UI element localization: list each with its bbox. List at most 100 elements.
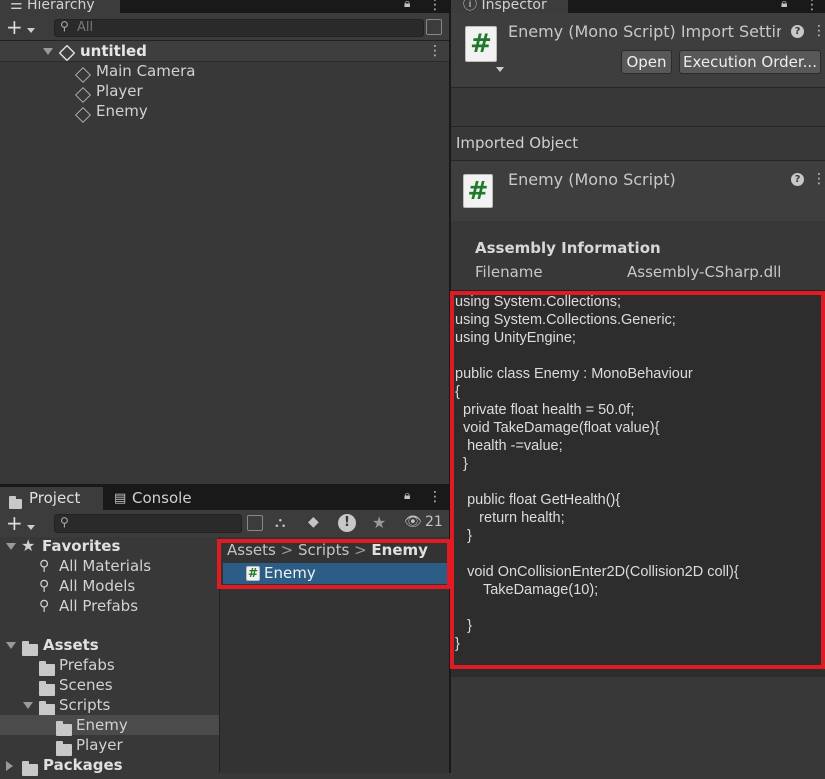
project-panel: Project ▤ Console 🔒︎ ⋮ + ⚲ ⛬ ◆ ! ★ 👁︎ 21…	[0, 484, 450, 776]
folder-player[interactable]: Player	[0, 735, 219, 756]
expand-arrow-icon[interactable]	[6, 536, 16, 556]
hierarchy-search-field[interactable]: ⚲ All	[54, 19, 424, 37]
lock-icon[interactable]: 🔒︎	[404, 488, 410, 503]
code-line: private float health = 50.0f;	[455, 402, 635, 418]
console-icon: ▤	[114, 491, 127, 506]
search-placeholder: All	[77, 20, 94, 35]
filename-value: Assembly-CSharp.dll	[627, 263, 782, 281]
unity-scene-icon	[58, 44, 76, 62]
import-settings-title: Enemy (Mono Script) Import Settin	[508, 22, 781, 41]
info-icon: ⓘ	[463, 0, 482, 13]
code-line: using System.Collections;	[455, 294, 622, 310]
header-more-icon[interactable]: ⋮	[812, 24, 825, 38]
chevron-down-icon[interactable]	[27, 22, 35, 38]
code-line: void TakeDamage(float value){	[455, 420, 660, 436]
assets-row[interactable]: Assets	[0, 635, 219, 656]
add-button[interactable]: +	[6, 15, 23, 39]
imported-object-label: Imported Object	[456, 134, 579, 152]
packages-row[interactable]: Packages	[0, 755, 219, 776]
search-icon: ⚲	[39, 558, 50, 574]
breadcrumb-separator-icon: >	[354, 541, 372, 559]
add-button[interactable]: +	[6, 511, 23, 535]
expand-arrow-icon[interactable]	[6, 755, 13, 775]
tab-project[interactable]: Project	[0, 487, 103, 510]
code-line: }	[455, 456, 468, 472]
hierarchy-item-enemy[interactable]: Enemy	[0, 101, 449, 124]
scene-more-icon[interactable]: ⋮	[428, 44, 442, 58]
code-line: using System.Collections.Generic;	[455, 312, 676, 328]
more-menu-icon[interactable]: ⋮	[805, 0, 819, 12]
hidden-packages-icon[interactable]: 👁︎	[404, 514, 422, 530]
code-line: public float GetHealth(){	[455, 492, 621, 508]
search-options-icon[interactable]	[426, 19, 442, 35]
search-options-icon[interactable]	[247, 515, 263, 531]
code-line: {	[455, 384, 460, 400]
csharp-script-icon: #	[246, 566, 260, 581]
csharp-script-icon: #	[463, 174, 493, 208]
lock-icon[interactable]: 🔒︎	[781, 0, 787, 11]
hidden-count: 21	[425, 514, 443, 530]
chevron-down-icon[interactable]	[27, 519, 35, 535]
expand-arrow-icon[interactable]	[43, 41, 53, 61]
scene-name: untitled	[80, 42, 147, 60]
project-search-field[interactable]: ⚲	[54, 514, 242, 533]
code-line: }	[455, 618, 472, 634]
folder-prefabs[interactable]: Prefabs	[0, 655, 219, 676]
import-settings-header: # Enemy (Mono Script) Import Settin ? ⋮ …	[451, 13, 825, 88]
hierarchy-item-main-camera[interactable]: Main Camera	[0, 61, 449, 83]
folder-scenes[interactable]: Scenes	[0, 675, 219, 696]
open-button[interactable]: Open	[621, 50, 672, 74]
code-line: void OnCollisionEnter2D(Collision2D coll…	[455, 564, 739, 580]
hierarchy-item-player[interactable]: Player	[0, 81, 449, 103]
code-line: public class Enemy : MonoBehaviour	[455, 366, 693, 382]
filter-by-type-icon[interactable]: ⛬	[275, 513, 286, 531]
expand-arrow-icon[interactable]	[6, 635, 16, 655]
imported-object-title: Enemy (Mono Script)	[508, 170, 676, 189]
breadcrumb-enemy[interactable]: Enemy	[371, 541, 428, 559]
help-icon[interactable]: ?	[791, 173, 804, 186]
filter-by-label-icon[interactable]: ◆	[308, 514, 319, 530]
folder-enemy[interactable]: Enemy	[0, 715, 219, 736]
log-warning-icon[interactable]: !	[338, 514, 356, 532]
help-icon[interactable]: ?	[791, 25, 804, 38]
execution-order-button[interactable]: Execution Order...	[679, 50, 821, 74]
search-icon: ⚲	[60, 19, 69, 33]
favorite-item-all-prefabs[interactable]: ⚲ All Prefabs	[0, 596, 219, 616]
code-line: using UnityEngine;	[455, 330, 576, 346]
code-line: TakeDamage(10);	[455, 582, 599, 598]
tab-console[interactable]: ▤ Console	[104, 487, 204, 510]
favorite-item-all-models[interactable]: ⚲ All Models	[0, 576, 219, 596]
scene-row[interactable]: untitled ⋮	[0, 41, 449, 62]
dropdown-arrow-icon[interactable]	[496, 61, 504, 77]
project-folder-tree: ★ Favorites ⚲ All Materials ⚲ All Models…	[0, 536, 219, 776]
csharp-script-icon: #	[465, 26, 497, 62]
header-more-icon[interactable]: ⋮	[812, 172, 825, 186]
search-icon: ⚲	[60, 515, 69, 529]
expand-arrow-icon[interactable]	[23, 695, 33, 715]
code-text: using System.Collections; using System.Co…	[455, 293, 739, 653]
hierarchy-toolbar: + ⚲ All	[0, 13, 449, 41]
lock-icon[interactable]: 🔒︎	[404, 0, 410, 11]
tab-hierarchy[interactable]: ☰ Hierarchy	[0, 0, 120, 13]
search-icon: ⚲	[39, 578, 50, 594]
file-row-enemy-script[interactable]: # Enemy	[223, 563, 447, 584]
more-menu-icon[interactable]: ⋮	[428, 490, 442, 504]
breadcrumb-assets[interactable]: Assets	[227, 541, 276, 559]
more-menu-icon[interactable]: ⋮	[428, 0, 442, 12]
breadcrumb-scripts[interactable]: Scripts	[298, 541, 349, 559]
folder-scripts[interactable]: Scripts	[0, 695, 219, 716]
favorite-star-icon[interactable]: ★	[372, 513, 386, 532]
inspector-panel: ⓘ Inspector 🔒︎ ⋮ # Enemy (Mono Script) I…	[451, 0, 825, 773]
tab-inspector[interactable]: ⓘ Inspector	[451, 0, 568, 13]
favorite-item-all-materials[interactable]: ⚲ All Materials	[0, 556, 219, 576]
favorites-row[interactable]: ★ Favorites	[0, 536, 219, 556]
inspector-footer	[451, 677, 825, 773]
gameobject-icon	[75, 104, 91, 124]
folder-icon	[22, 759, 38, 779]
code-line: }	[455, 528, 472, 544]
project-toolbar: + ⚲ ⛬ ◆ ! ★ 👁︎ 21	[0, 510, 449, 538]
